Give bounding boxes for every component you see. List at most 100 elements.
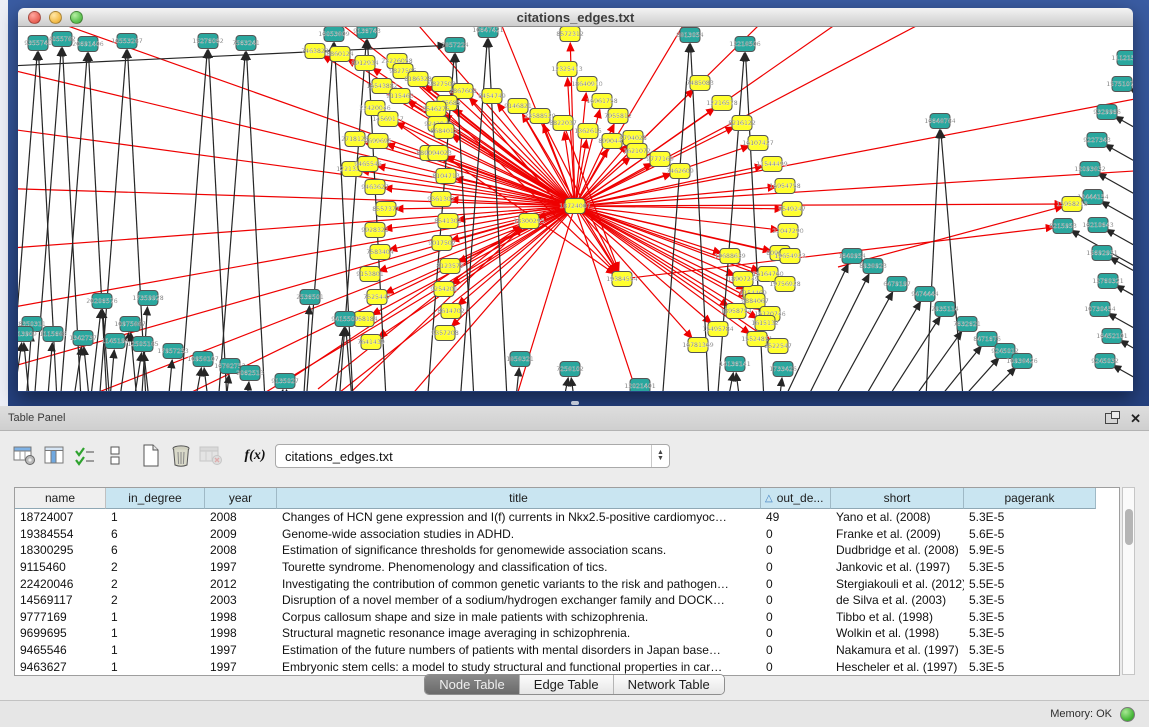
tab-network-table[interactable]: Network Table	[614, 675, 724, 694]
network-canvas[interactable]: 1872400793557414055782206914061055328715…	[18, 27, 1133, 391]
cell-name: 9463627	[15, 658, 106, 675]
network-node-label: 9546275	[422, 106, 450, 113]
network-node-label: 9094023	[424, 150, 452, 157]
column-header-year[interactable]: year	[205, 488, 277, 509]
table-row[interactable]: 1872400712008Changes of HCN gene express…	[15, 509, 1119, 526]
network-node-label: 9549247	[778, 206, 806, 213]
network-node-label: 7525447	[363, 294, 391, 301]
network-node-label: 18724007	[559, 203, 591, 210]
network-node-label: 8912934	[351, 60, 379, 67]
tab-edge-table[interactable]: Edge Table	[520, 675, 614, 694]
table-panel-header: Table Panel ✕	[0, 406, 1149, 431]
cell-in_degree: 2	[106, 575, 205, 592]
table-row[interactable]: 977716911998Corpus callosum shape and si…	[15, 609, 1119, 626]
cell-in_degree: 1	[106, 658, 205, 675]
cell-short: Yano et al. (2008)	[831, 509, 964, 526]
network-node-label: 8557377	[372, 206, 400, 213]
network-node-label: 7258102	[556, 366, 584, 373]
table-selector-dropdown[interactable]: citations_edges.txt ▲▼	[275, 444, 670, 468]
cell-name: 9777169	[15, 609, 106, 626]
network-node-label: 22047290	[772, 228, 804, 235]
show-columns-icon[interactable]	[40, 443, 70, 469]
network-node-label: 16053809	[318, 31, 350, 38]
column-header-title[interactable]: title	[277, 488, 761, 509]
network-window-titlebar[interactable]: citations_edges.txt	[18, 8, 1133, 27]
cell-pagerank: 5.9E-5	[964, 542, 1096, 559]
network-node-label: 15958213	[1056, 201, 1088, 208]
network-node-label: 12760321	[1092, 278, 1124, 285]
cell-short: Stergiakouli et al. (2012)	[831, 575, 964, 592]
network-node-label: 9357208	[431, 330, 459, 337]
cell-name: 9699695	[15, 625, 106, 642]
table-toolbar: f(x)	[10, 440, 270, 472]
table-row[interactable]: 1456911722003Disruption of a novel membe…	[15, 592, 1119, 609]
cell-out_degree: 0	[761, 575, 831, 592]
table-row[interactable]: 1830029562008Estimation of significance …	[15, 542, 1119, 559]
table-row[interactable]: 2242004622012Investigating the contribut…	[15, 575, 1119, 592]
cell-short: Franke et al. (2009)	[831, 526, 964, 543]
column-header-short[interactable]: short	[831, 488, 964, 509]
column-header-out_degree[interactable]: △out_de...	[761, 488, 831, 509]
table-settings-icon[interactable]	[10, 443, 40, 469]
cell-year: 1998	[205, 625, 277, 642]
cell-pagerank: 5.3E-5	[964, 609, 1096, 626]
column-header-name[interactable]: name	[15, 488, 106, 509]
new-document-icon[interactable]	[136, 443, 166, 469]
tab-node-table[interactable]: Node Table	[425, 675, 520, 694]
network-node-label: 9463627	[361, 184, 389, 191]
panel-resize-grip[interactable]	[571, 401, 579, 405]
row-mode-icon[interactable]	[100, 443, 130, 469]
table-row[interactable]: 946554611997Estimation of the future num…	[15, 642, 1119, 659]
network-node-label: 8541301	[434, 218, 462, 225]
close-panel-icon[interactable]: ✕	[1130, 412, 1141, 425]
cell-title: Investigating the contribution of common…	[277, 575, 761, 592]
table-row[interactable]: 911546021997Tourette syndrome. Phenomeno…	[15, 559, 1119, 576]
cell-name: 19384554	[15, 526, 106, 543]
function-builder-icon[interactable]: f(x)	[240, 443, 270, 469]
network-node-label: 9928321	[361, 227, 389, 234]
delete-trash-icon[interactable]	[166, 443, 196, 469]
network-node-label: 3913909	[18, 331, 37, 338]
network-node-label: 1115686	[39, 331, 67, 338]
column-header-pagerank[interactable]: pagerank	[964, 488, 1096, 509]
network-node-label: 1640954	[838, 253, 866, 260]
column-header-in_degree[interactable]: in_degree	[106, 488, 205, 509]
table-panel: Table Panel ✕	[0, 406, 1149, 727]
network-node-label: 9465546	[354, 161, 382, 168]
network-node-label: 12021401	[624, 383, 656, 390]
cell-title: Changes of HCN gene expression and I(f) …	[277, 509, 761, 526]
network-node-label: 14569117	[372, 116, 404, 123]
network-node-label: 9474444	[911, 291, 939, 298]
cell-short: de Silva et al. (2003)	[831, 592, 964, 609]
cell-short: Tibbo et al. (1998)	[831, 609, 964, 626]
float-panel-icon[interactable]	[1105, 413, 1118, 424]
network-node-label: 16648784	[924, 118, 956, 125]
table-panel-title: Table Panel	[8, 412, 66, 424]
network-node-label: 10938426	[1006, 358, 1038, 365]
network-node-label: 18958754	[720, 308, 752, 315]
network-node-label: 11121504	[1111, 55, 1133, 62]
memory-status-indicator[interactable]	[1120, 707, 1135, 722]
table-row[interactable]: 1938455462009Genome-wide association stu…	[15, 526, 1119, 543]
network-node-label: 7632621	[953, 321, 981, 328]
memory-status-label: Memory: OK	[1050, 708, 1112, 720]
table-row[interactable]: 946362711997Embryonic stem cells: a mode…	[15, 658, 1119, 675]
cell-name: 18300295	[15, 542, 106, 559]
select-checks-icon[interactable]	[70, 443, 100, 469]
network-node-label: 11544499	[756, 161, 788, 168]
network-window[interactable]: citations_edges.txt 18724007935574140557…	[18, 8, 1133, 392]
cell-out_degree: 0	[761, 658, 831, 675]
network-node-label: 10647421	[472, 27, 504, 34]
table-scrollbar[interactable]	[1122, 487, 1135, 675]
cell-short: Nakamura et al. (1997)	[831, 642, 964, 659]
network-node-label: 7857224	[441, 42, 469, 49]
network-node-label: 10975887	[114, 321, 146, 328]
network-node-label: 7462609	[666, 168, 694, 175]
table-row[interactable]: 969969511998Structural magnetic resonanc…	[15, 625, 1119, 642]
cell-out_degree: 0	[761, 542, 831, 559]
network-node-label: 2522547	[764, 343, 792, 350]
table-scrollbar-thumb[interactable]	[1125, 509, 1133, 545]
network-node-label: 23588520	[524, 113, 556, 120]
network-node-label: 8822037	[549, 120, 577, 127]
cell-title: Estimation of significance thresholds fo…	[277, 542, 761, 559]
